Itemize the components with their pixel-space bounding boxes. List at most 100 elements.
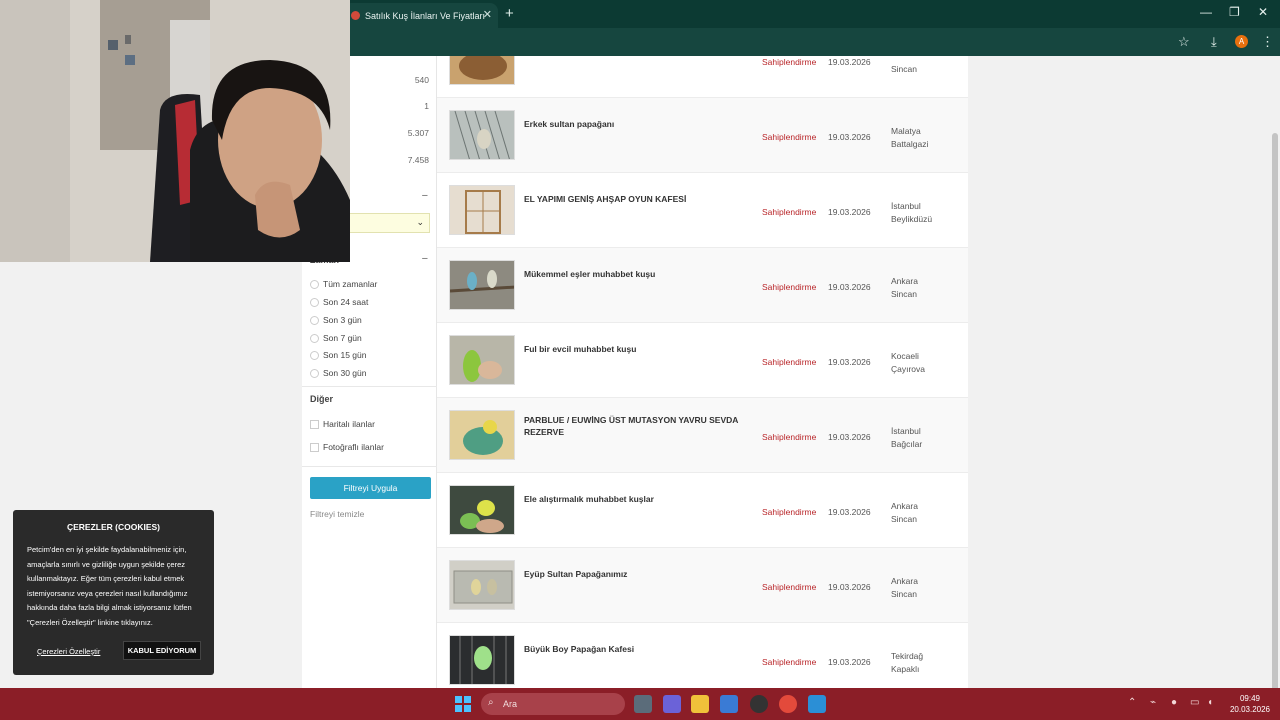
listing-title[interactable]: Erkek sultan papağanı bbox=[524, 118, 754, 130]
clock-time: 09:49 bbox=[1239, 694, 1261, 703]
table-row[interactable]: Ele alıştırmalık muhabbet kuşlar Sahiple… bbox=[437, 473, 968, 548]
category-count: 7.458 bbox=[407, 155, 429, 165]
time-option[interactable]: Son 7 gün bbox=[310, 331, 362, 345]
photo-listings-checkbox[interactable]: Fotoğraflı ilanlar bbox=[310, 440, 384, 454]
listing-title[interactable]: Ele alıştırmalık muhabbet kuşlar bbox=[524, 493, 754, 505]
network-icon[interactable]: ⌁ bbox=[1150, 697, 1156, 708]
taskbar-clock[interactable]: 09:49 20.03.2026 bbox=[1227, 693, 1273, 715]
table-row[interactable]: Ful bir evcil muhabbet kuşu Sahiplendirm… bbox=[437, 323, 968, 398]
scrollbar-thumb[interactable] bbox=[1272, 133, 1278, 693]
microphone-icon[interactable]: ● bbox=[1171, 697, 1177, 708]
listing-type: Sahiplendirme bbox=[762, 657, 817, 667]
taskbar-search-placeholder: Ara bbox=[503, 699, 518, 709]
bookmark-star-icon[interactable]: ☆ bbox=[1178, 34, 1190, 50]
taskbar-search[interactable]: ⌕ Ara bbox=[481, 693, 625, 715]
browser-menu-icon[interactable]: ⋮ bbox=[1261, 34, 1274, 50]
listing-location: Kocaeli Çayırova bbox=[891, 351, 926, 374]
chrome-icon[interactable] bbox=[779, 695, 797, 713]
time-option[interactable]: Son 24 saat bbox=[310, 295, 368, 309]
radio-icon bbox=[310, 368, 319, 378]
store-icon[interactable] bbox=[720, 695, 738, 713]
search-icon: ⌕ bbox=[488, 697, 494, 708]
checkbox-icon bbox=[310, 419, 319, 429]
table-row[interactable]: Eyüp Sultan Papağanımız Sahiplendirme 19… bbox=[437, 548, 968, 623]
accept-cookies-button[interactable]: KABUL EDİYORUM bbox=[123, 641, 201, 660]
page-scrollbar[interactable] bbox=[1270, 56, 1280, 693]
display-icon[interactable]: ▭ bbox=[1190, 697, 1199, 708]
collapse-toggle[interactable]: − bbox=[422, 190, 428, 202]
restore-button[interactable]: ❐ bbox=[1229, 5, 1240, 19]
time-option[interactable]: Son 30 gün bbox=[310, 366, 366, 380]
time-option[interactable]: Son 15 gün bbox=[310, 348, 366, 362]
listing-thumbnail[interactable] bbox=[449, 185, 515, 235]
app-window-icon[interactable] bbox=[808, 695, 826, 713]
chevron-down-icon: ⌄ bbox=[416, 217, 424, 227]
m365-icon[interactable] bbox=[663, 695, 681, 713]
listing-type: Sahiplendirme bbox=[762, 582, 817, 592]
listing-location: Tekirdağ Kapaklı bbox=[891, 651, 924, 674]
category-count: 5.307 bbox=[407, 128, 429, 138]
category-count: 1 bbox=[424, 101, 429, 111]
start-button[interactable] bbox=[454, 695, 472, 713]
table-row[interactable]: EL YAPIMI GENİŞ AHŞAP OYUN KAFESİ Sahipl… bbox=[437, 173, 968, 248]
listing-table: Sahiplendirme 19.03.2026 Sincan Erkek su… bbox=[437, 56, 968, 688]
apply-filter-button[interactable]: Filtreyi Uygula bbox=[310, 477, 431, 499]
tab-close-icon[interactable]: ✕ bbox=[483, 8, 492, 21]
listing-type: Sahiplendirme bbox=[762, 432, 817, 442]
tab-title: Satılık Kuş İlanları Ve Fiyatları | Pe bbox=[365, 10, 485, 21]
listing-thumbnail[interactable] bbox=[449, 260, 515, 310]
listing-title[interactable]: PARBLUE / EUWİNG ÜST MUTASYON YAVRU SEVD… bbox=[524, 414, 754, 438]
listing-thumbnail[interactable] bbox=[449, 485, 515, 535]
minimize-button[interactable]: — bbox=[1200, 5, 1212, 19]
windows-taskbar: ⌕ Ara ⌃ ⌁ ● ▭ ◖ 09:49 20.03.2026 bbox=[0, 688, 1280, 720]
volume-icon[interactable]: ◖ bbox=[1207, 697, 1213, 708]
clock-date: 20.03.2026 bbox=[1229, 705, 1271, 714]
profile-avatar[interactable]: A bbox=[1235, 35, 1248, 48]
listing-title[interactable]: Büyük Boy Papağan Kafesi bbox=[524, 643, 754, 655]
listing-thumbnail[interactable] bbox=[449, 335, 515, 385]
table-row[interactable]: Sahiplendirme 19.03.2026 Sincan bbox=[437, 56, 968, 98]
listing-title[interactable]: EL YAPIMI GENİŞ AHŞAP OYUN KAFESİ bbox=[524, 193, 754, 205]
task-view-icon[interactable] bbox=[634, 695, 652, 713]
listing-title[interactable]: Mükemmel eşler muhabbet kuşu bbox=[524, 268, 754, 280]
table-row[interactable]: Mükemmel eşler muhabbet kuşu Sahiplendir… bbox=[437, 248, 968, 323]
map-listings-checkbox[interactable]: Haritalı ilanlar bbox=[310, 417, 375, 431]
listing-date: 19.03.2026 bbox=[828, 357, 871, 367]
listing-date: 19.03.2026 bbox=[828, 582, 871, 592]
listing-location: İstanbul Bağcılar bbox=[891, 426, 923, 449]
time-option[interactable]: Tüm zamanlar bbox=[310, 277, 377, 291]
listing-title[interactable]: Ful bir evcil muhabbet kuşu bbox=[524, 343, 754, 355]
customize-cookies-link[interactable]: Çerezleri Özelleştir bbox=[37, 647, 100, 656]
download-icon[interactable]: ⤓ bbox=[1211, 34, 1217, 50]
listing-date: 19.03.2026 bbox=[828, 57, 871, 67]
chevron-up-icon[interactable]: ⌃ bbox=[1128, 697, 1136, 708]
radio-icon bbox=[310, 315, 319, 325]
collapse-toggle[interactable]: − bbox=[422, 253, 428, 265]
browser-tab[interactable]: Satılık Kuş İlanları Ve Fiyatları | Pe ✕ bbox=[343, 3, 498, 28]
listing-type: Sahiplendirme bbox=[762, 132, 817, 142]
radio-icon bbox=[310, 350, 319, 360]
listing-thumbnail[interactable] bbox=[449, 560, 515, 610]
listing-location: Malatya Battalgazi bbox=[891, 126, 929, 149]
listing-title[interactable]: Eyüp Sultan Papağanımız bbox=[524, 568, 754, 580]
listing-location: İstanbul Beylikdüzü bbox=[891, 201, 933, 224]
table-row[interactable]: PARBLUE / EUWİNG ÜST MUTASYON YAVRU SEVD… bbox=[437, 398, 968, 473]
clear-filter-link[interactable]: Filtreyi temizle bbox=[310, 509, 364, 519]
table-row[interactable]: Erkek sultan papağanı Sahiplendirme 19.0… bbox=[437, 98, 968, 173]
time-option[interactable]: Son 3 gün bbox=[310, 313, 362, 327]
listing-thumbnail[interactable] bbox=[449, 410, 515, 460]
divider bbox=[302, 466, 437, 467]
listing-thumbnail[interactable] bbox=[449, 56, 515, 85]
file-explorer-icon[interactable] bbox=[691, 695, 709, 713]
close-window-button[interactable]: ✕ bbox=[1258, 5, 1268, 19]
table-row[interactable]: Büyük Boy Papağan Kafesi Sahiplendirme 1… bbox=[437, 623, 968, 688]
category-count: 540 bbox=[414, 75, 429, 85]
checkbox-icon bbox=[310, 442, 319, 452]
app-icon[interactable] bbox=[750, 695, 768, 713]
new-tab-button[interactable]: + bbox=[505, 5, 514, 22]
listing-location: Ankara Sincan bbox=[891, 276, 918, 299]
listing-type: Sahiplendirme bbox=[762, 282, 817, 292]
listing-thumbnail[interactable] bbox=[449, 635, 515, 685]
listing-thumbnail[interactable] bbox=[449, 110, 515, 160]
listing-date: 19.03.2026 bbox=[828, 207, 871, 217]
